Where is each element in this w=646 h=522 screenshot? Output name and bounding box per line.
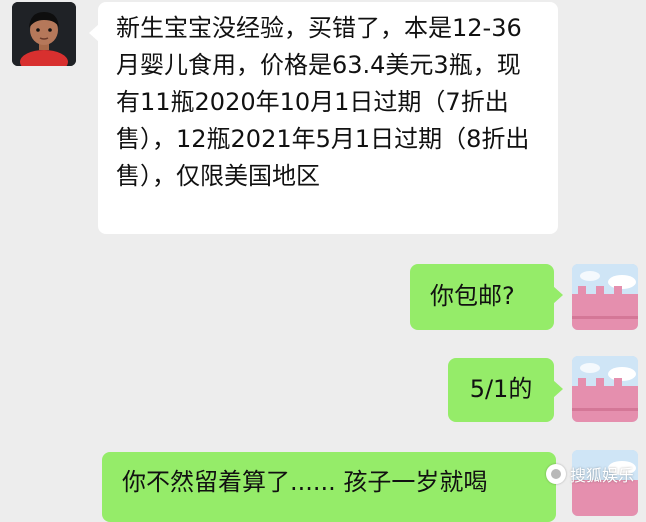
cartoon-avatar-icon	[12, 2, 76, 66]
contact-avatar[interactable]	[12, 2, 76, 66]
message-text: 你不然留着算了...... 孩子一岁就喝	[122, 468, 488, 496]
message-bubble-outgoing[interactable]: 你不然留着算了...... 孩子一岁就喝	[102, 452, 556, 522]
my-avatar[interactable]	[572, 264, 638, 330]
sohu-logo-icon	[545, 464, 566, 484]
message-text: 5/1的	[469, 375, 533, 403]
castle-avatar-icon	[572, 356, 638, 422]
message-bubble-incoming[interactable]: 新生宝宝没经验，买错了，本是12-36月婴儿食用，价格是63.4美元3瓶，现有1…	[89, 2, 558, 234]
message-text: 新生宝宝没经验，买错了，本是12-36月婴儿食用，价格是63.4美元3瓶，现有1…	[116, 14, 530, 190]
my-avatar[interactable]	[572, 356, 638, 422]
watermark-text: 搜狐娱乐	[569, 466, 634, 485]
message-bubble-outgoing[interactable]: 你包邮?	[410, 264, 563, 330]
message-text: 你包邮?	[430, 282, 515, 310]
watermark: 搜狐娱乐	[545, 462, 634, 486]
message-bubble-outgoing[interactable]: 5/1的	[448, 358, 563, 422]
castle-avatar-icon	[572, 264, 638, 330]
